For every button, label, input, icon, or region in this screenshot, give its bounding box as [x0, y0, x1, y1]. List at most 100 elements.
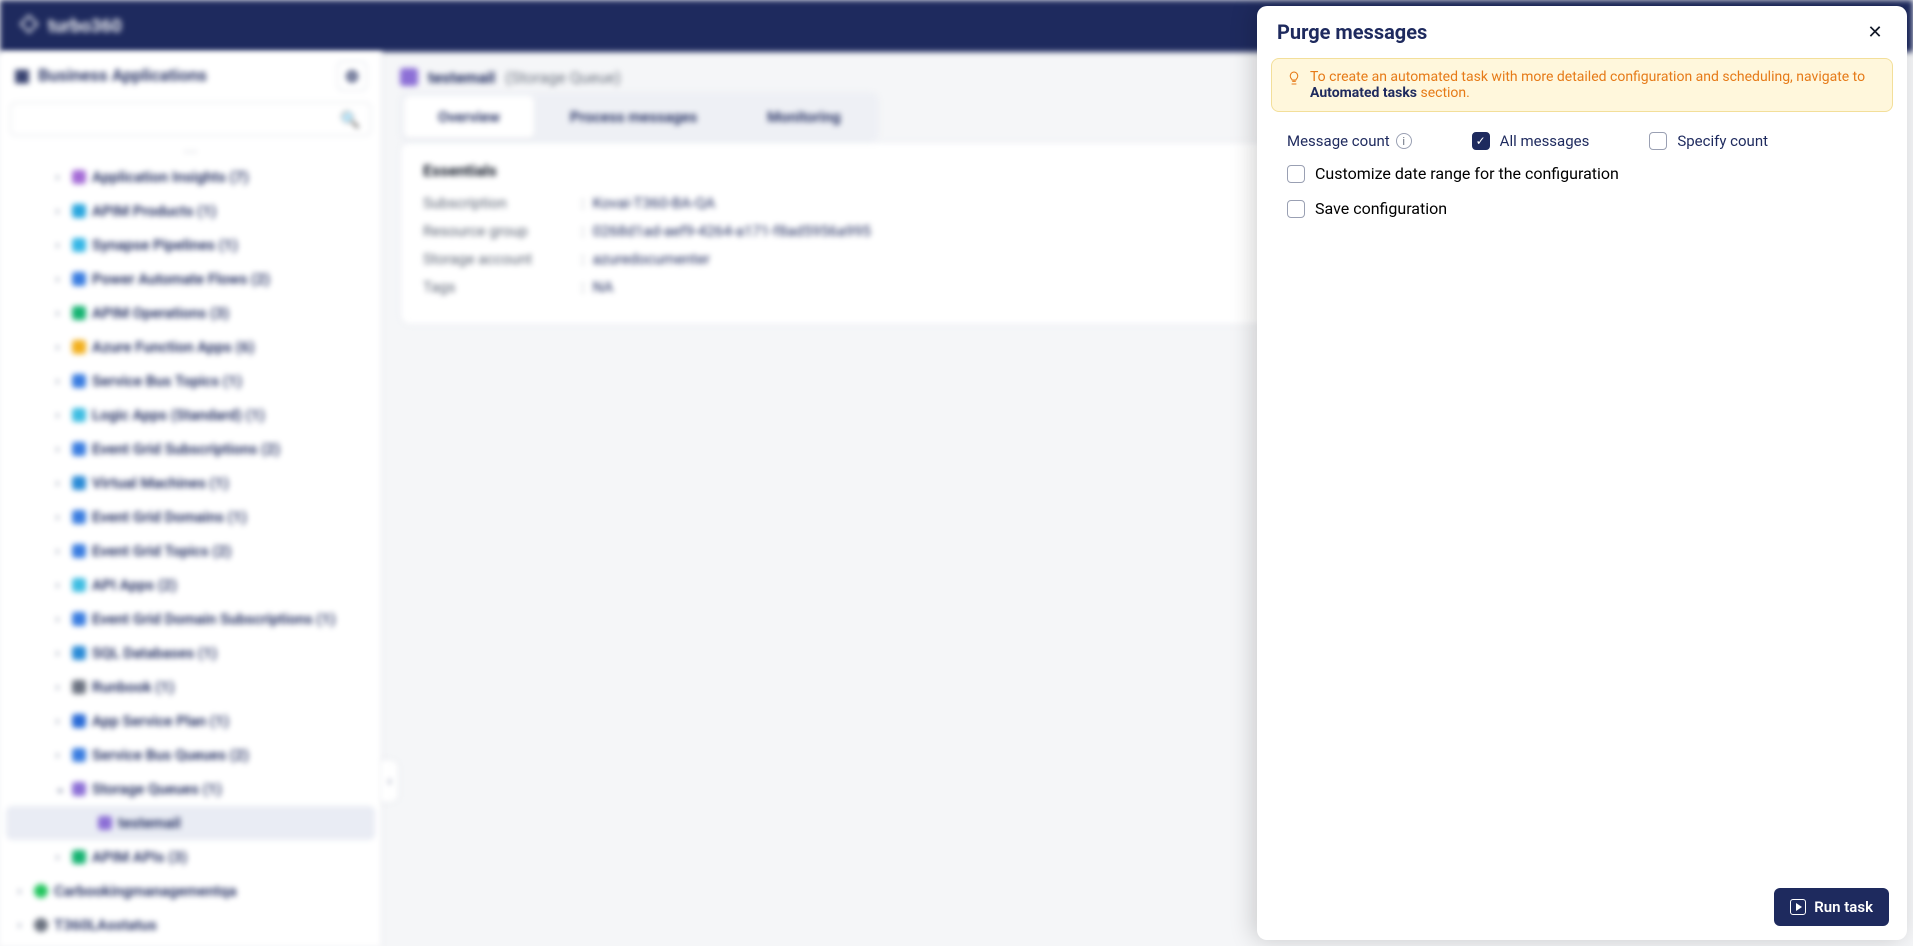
- chevron-icon: ›: [56, 852, 59, 863]
- all-messages-checkbox[interactable]: All messages: [1472, 132, 1590, 150]
- essentials-key: Resource group: [423, 222, 573, 240]
- resource-icon: [72, 714, 86, 728]
- chevron-icon: ›: [56, 376, 59, 387]
- resource-icon: [72, 408, 86, 422]
- brand-name: turbo360: [48, 16, 122, 37]
- tree-group[interactable]: ›APIM Products (1): [0, 194, 381, 228]
- tab-monitoring[interactable]: Monitoring: [733, 96, 874, 138]
- resource-icon: [72, 374, 86, 388]
- lightbulb-icon: [1286, 70, 1302, 90]
- tree-item-label: APIM Operations (3): [92, 304, 229, 322]
- chevron-icon: ›: [18, 886, 21, 897]
- customize-date-range-checkbox[interactable]: Customize date range for the configurati…: [1287, 164, 1877, 183]
- tree-item-label: API Apps (2): [92, 576, 177, 594]
- tree-group[interactable]: › SQL Databases (1): [0, 636, 381, 670]
- tree-item-label: Event Grid Subscriptions (2): [92, 440, 280, 458]
- chevron-icon: ›: [56, 682, 59, 693]
- sidebar-search: 🔍: [0, 100, 381, 144]
- tree-group[interactable]: ⌄Storage Queues (1): [0, 772, 381, 806]
- sidebar-header: ▦ Business Applications ⚙: [0, 52, 381, 100]
- tree-group[interactable]: › Runbook (1): [0, 670, 381, 704]
- specify-count-checkbox[interactable]: Specify count: [1649, 132, 1768, 150]
- tree-item-label: SQL Databases (1): [92, 644, 217, 662]
- chevron-icon: ›: [18, 920, 21, 931]
- tree-item-label: Azure Function Apps (6): [92, 338, 255, 356]
- tree-item-label: Service Bus Topics (1): [92, 372, 242, 390]
- info-icon[interactable]: i: [1396, 133, 1412, 149]
- tree-group[interactable]: ›Logic Apps (Standard) (1): [0, 398, 381, 432]
- tree-overflow-indicator: ⋯: [0, 144, 381, 160]
- save-configuration-checkbox[interactable]: Save configuration: [1287, 199, 1877, 218]
- tree-group[interactable]: ›T360LAsstatus: [0, 908, 381, 942]
- drawer-title: Purge messages: [1277, 20, 1427, 44]
- tree-item-label: Synapse Pipelines (1): [92, 236, 238, 254]
- tree-item-label: Service Bus Queues (2): [92, 746, 249, 764]
- resource-icon: [72, 612, 86, 626]
- tab-overview[interactable]: Overview: [404, 96, 534, 138]
- resource-icon: [72, 306, 86, 320]
- tree-leaf[interactable]: testemail: [6, 806, 375, 840]
- chevron-icon: ›: [56, 172, 59, 183]
- sidebar-collapse-handle[interactable]: ‹: [381, 759, 399, 803]
- tree-group[interactable]: › Event Grid Subscriptions (2): [0, 432, 381, 466]
- sidebar: ▦ Business Applications ⚙ 🔍 ⋯ ›Applicati…: [0, 52, 382, 946]
- tree-item-label: Storage Queues (1): [92, 780, 222, 798]
- purge-messages-drawer: Purge messages ✕ To create an automated …: [1257, 6, 1907, 940]
- resource-icon: [72, 680, 86, 694]
- resource-icon: [72, 748, 86, 762]
- chevron-icon: ›: [56, 716, 59, 727]
- tree-group[interactable]: ›APIM APIs (3): [0, 840, 381, 874]
- tree-group[interactable]: ›App Service Plan (1): [0, 704, 381, 738]
- automation-hint-callout: To create an automated task with more de…: [1271, 58, 1893, 112]
- essentials-key: Storage account: [423, 250, 573, 268]
- resource-icon: [72, 578, 86, 592]
- sidebar-gear-icon[interactable]: ⚙: [337, 61, 367, 91]
- resource-name: testemail: [428, 68, 495, 87]
- tree-item-label: APIM Products (1): [92, 202, 216, 220]
- tree-group[interactable]: ›Synapse Pipelines (1): [0, 228, 381, 262]
- resource-icon: [72, 544, 86, 558]
- tree-item-label: Event Grid Domains (1): [92, 508, 247, 526]
- brand-logo: turbo360: [18, 13, 122, 40]
- chevron-icon: ›: [56, 648, 59, 659]
- tree-group[interactable]: ›Azure Function Apps (6): [0, 330, 381, 364]
- tree-group[interactable]: ›Carbookingmanagementqa: [0, 874, 381, 908]
- search-input[interactable]: 🔍: [10, 102, 371, 136]
- play-icon: [1790, 899, 1806, 915]
- brand-mark-icon: [18, 13, 40, 40]
- resource-icon: [34, 884, 48, 898]
- essentials-value: 0268d1ad-aef9-4264-a171-f8ad5956a995: [593, 222, 871, 240]
- resource-icon: [72, 782, 86, 796]
- tree-item-label: Event Grid Topics (2): [92, 542, 231, 560]
- chevron-icon: ›: [56, 580, 59, 591]
- chevron-icon: ›: [56, 546, 59, 557]
- automated-tasks-link[interactable]: Automated tasks: [1310, 85, 1417, 101]
- tree-group[interactable]: ›Application Insights (7): [0, 160, 381, 194]
- essentials-key: Tags: [423, 278, 573, 296]
- tree-group[interactable]: › APIM Operations (3): [0, 296, 381, 330]
- tree-group[interactable]: › API Apps (2): [0, 568, 381, 602]
- tab-process-messages[interactable]: Process messages: [536, 96, 731, 138]
- chevron-icon: ›: [56, 614, 59, 625]
- tree-group[interactable]: ›Service Bus Queues (2): [0, 738, 381, 772]
- resource-icon: [72, 646, 86, 660]
- resource-type: (Storage Queue): [505, 68, 621, 87]
- run-task-button[interactable]: Run task: [1774, 888, 1889, 926]
- tree-group[interactable]: ›Event Grid Domains (1): [0, 500, 381, 534]
- tree-item-label: Runbook (1): [92, 678, 174, 696]
- resource-icon: [72, 238, 86, 252]
- resource-type-icon: [400, 68, 418, 86]
- tree-item-label: Virtual Machines (1): [92, 474, 229, 492]
- tree-group[interactable]: › Service Bus Topics (1): [0, 364, 381, 398]
- chevron-icon: ›: [56, 444, 59, 455]
- chevron-icon: ›: [56, 308, 59, 319]
- tree-group[interactable]: ›Power Automate Flows (2): [0, 262, 381, 296]
- chevron-icon: ›: [56, 274, 59, 285]
- close-icon[interactable]: ✕: [1863, 20, 1887, 44]
- resource-tree[interactable]: ⋯ ›Application Insights (7)›APIM Product…: [0, 144, 381, 946]
- essentials-key: Subscription: [423, 194, 573, 212]
- resource-icon: [98, 816, 112, 830]
- tree-group[interactable]: ›Virtual Machines (1): [0, 466, 381, 500]
- tree-group[interactable]: ›Event Grid Domain Subscriptions (1): [0, 602, 381, 636]
- tree-group[interactable]: › Event Grid Topics (2): [0, 534, 381, 568]
